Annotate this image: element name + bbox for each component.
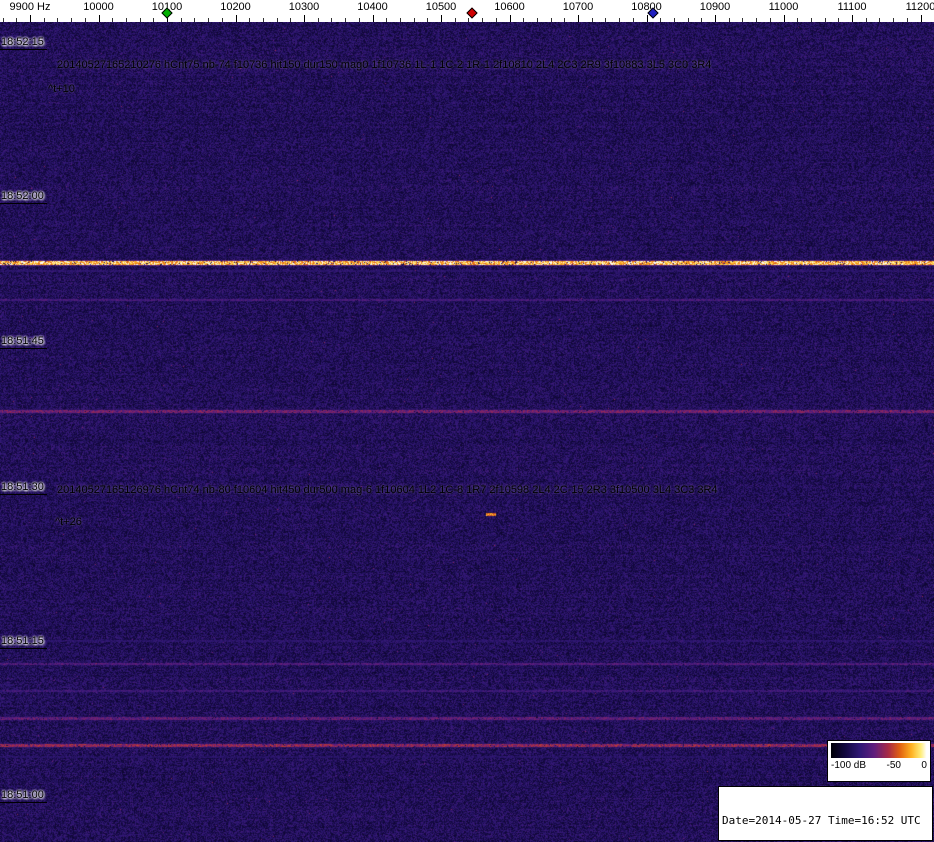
ruler-tick xyxy=(578,15,579,22)
freq-tick-label: 10600 xyxy=(494,1,525,13)
ruler-tick xyxy=(181,18,182,22)
freq-tick-label: 10000 xyxy=(83,1,114,13)
colorbar-labels: -100 dB -50 0 xyxy=(831,760,927,771)
freq-tick-label: 9900 Hz xyxy=(10,1,51,13)
ruler-tick xyxy=(619,18,620,22)
ruler-tick xyxy=(208,18,209,22)
ruler-tick xyxy=(414,18,415,22)
ruler-tick xyxy=(907,18,908,22)
ruler-tick xyxy=(126,18,127,22)
ruler-tick xyxy=(674,18,675,22)
ruler-tick xyxy=(852,15,853,22)
ruler-tick xyxy=(99,15,100,22)
station-info-box: Date=2014-05-27 Time=16:52 UTC Freq=143 … xyxy=(718,786,933,841)
ruler-tick xyxy=(112,18,113,22)
ruler-tick xyxy=(85,18,86,22)
freq-tick-label: 10400 xyxy=(357,1,388,13)
ruler-tick xyxy=(797,18,798,22)
ruler-tick xyxy=(359,18,360,22)
ruler-tick xyxy=(742,18,743,22)
frequency-ruler: 9900 Hz100001010010200103001040010500106… xyxy=(0,0,934,22)
ruler-tick xyxy=(400,18,401,22)
freq-tick-label: 10300 xyxy=(289,1,320,13)
ruler-tick xyxy=(331,18,332,22)
ruler-tick xyxy=(647,15,648,22)
colorbar-min-label: -100 dB xyxy=(831,760,866,771)
ruler-tick xyxy=(482,18,483,22)
ruler-tick xyxy=(701,18,702,22)
ruler-tick xyxy=(825,18,826,22)
ruler-tick xyxy=(455,18,456,22)
ruler-tick xyxy=(688,18,689,22)
ruler-tick xyxy=(30,15,31,22)
ruler-tick xyxy=(660,18,661,22)
freq-tick-label: 10200 xyxy=(220,1,251,13)
freq-tick-label: 10500 xyxy=(426,1,457,13)
ruler-tick xyxy=(592,18,593,22)
ruler-tick xyxy=(71,18,72,22)
freq-tick-label: 11000 xyxy=(769,1,799,13)
ruler-tick xyxy=(756,18,757,22)
ruler-tick xyxy=(427,18,428,22)
ruler-tick xyxy=(879,18,880,22)
ruler-tick xyxy=(893,18,894,22)
ruler-tick xyxy=(441,15,442,22)
ruler-tick xyxy=(3,18,4,22)
ruler-tick xyxy=(564,18,565,22)
ruler-tick xyxy=(277,18,278,22)
ruler-tick xyxy=(510,15,511,22)
ruler-tick xyxy=(605,18,606,22)
ruler-tick xyxy=(770,18,771,22)
ruler-tick xyxy=(263,18,264,22)
spectrogram-window: 9900 Hz100001010010200103001040010500106… xyxy=(0,0,934,842)
info-date-time: Date=2014-05-27 Time=16:52 UTC xyxy=(722,814,929,827)
ruler-tick xyxy=(345,18,346,22)
ruler-tick xyxy=(16,18,17,22)
ruler-tick xyxy=(44,18,45,22)
ruler-tick xyxy=(523,18,524,22)
ruler-tick xyxy=(194,18,195,22)
freq-tick-label: 10900 xyxy=(700,1,731,13)
colorbar-mid-label: -50 xyxy=(887,760,901,771)
ruler-tick xyxy=(222,18,223,22)
ruler-tick xyxy=(784,15,785,22)
ruler-tick xyxy=(140,18,141,22)
ruler-tick xyxy=(318,18,319,22)
freq-tick-label: 11100 xyxy=(838,1,867,13)
ruler-tick xyxy=(290,18,291,22)
ruler-tick xyxy=(838,18,839,22)
ruler-tick xyxy=(468,18,469,22)
ruler-tick xyxy=(386,18,387,22)
ruler-tick xyxy=(249,18,250,22)
colorbar: -100 dB -50 0 xyxy=(827,740,931,782)
ruler-tick xyxy=(236,15,237,22)
ruler-tick xyxy=(715,15,716,22)
ruler-tick xyxy=(729,18,730,22)
ruler-tick xyxy=(866,18,867,22)
colorbar-gradient xyxy=(831,743,927,758)
ruler-tick xyxy=(551,18,552,22)
ruler-tick xyxy=(921,15,922,22)
ruler-tick xyxy=(496,18,497,22)
freq-tick-label: 10700 xyxy=(563,1,594,13)
ruler-tick xyxy=(811,18,812,22)
spectrogram-canvas xyxy=(0,22,934,842)
ruler-tick xyxy=(537,18,538,22)
ruler-tick xyxy=(304,15,305,22)
freq-tick-label: 11200 xyxy=(906,1,934,13)
red-diamond-marker[interactable] xyxy=(466,7,477,18)
ruler-tick xyxy=(373,15,374,22)
ruler-tick xyxy=(633,18,634,22)
colorbar-max-label: 0 xyxy=(921,760,927,771)
ruler-tick xyxy=(57,18,58,22)
ruler-tick xyxy=(153,18,154,22)
